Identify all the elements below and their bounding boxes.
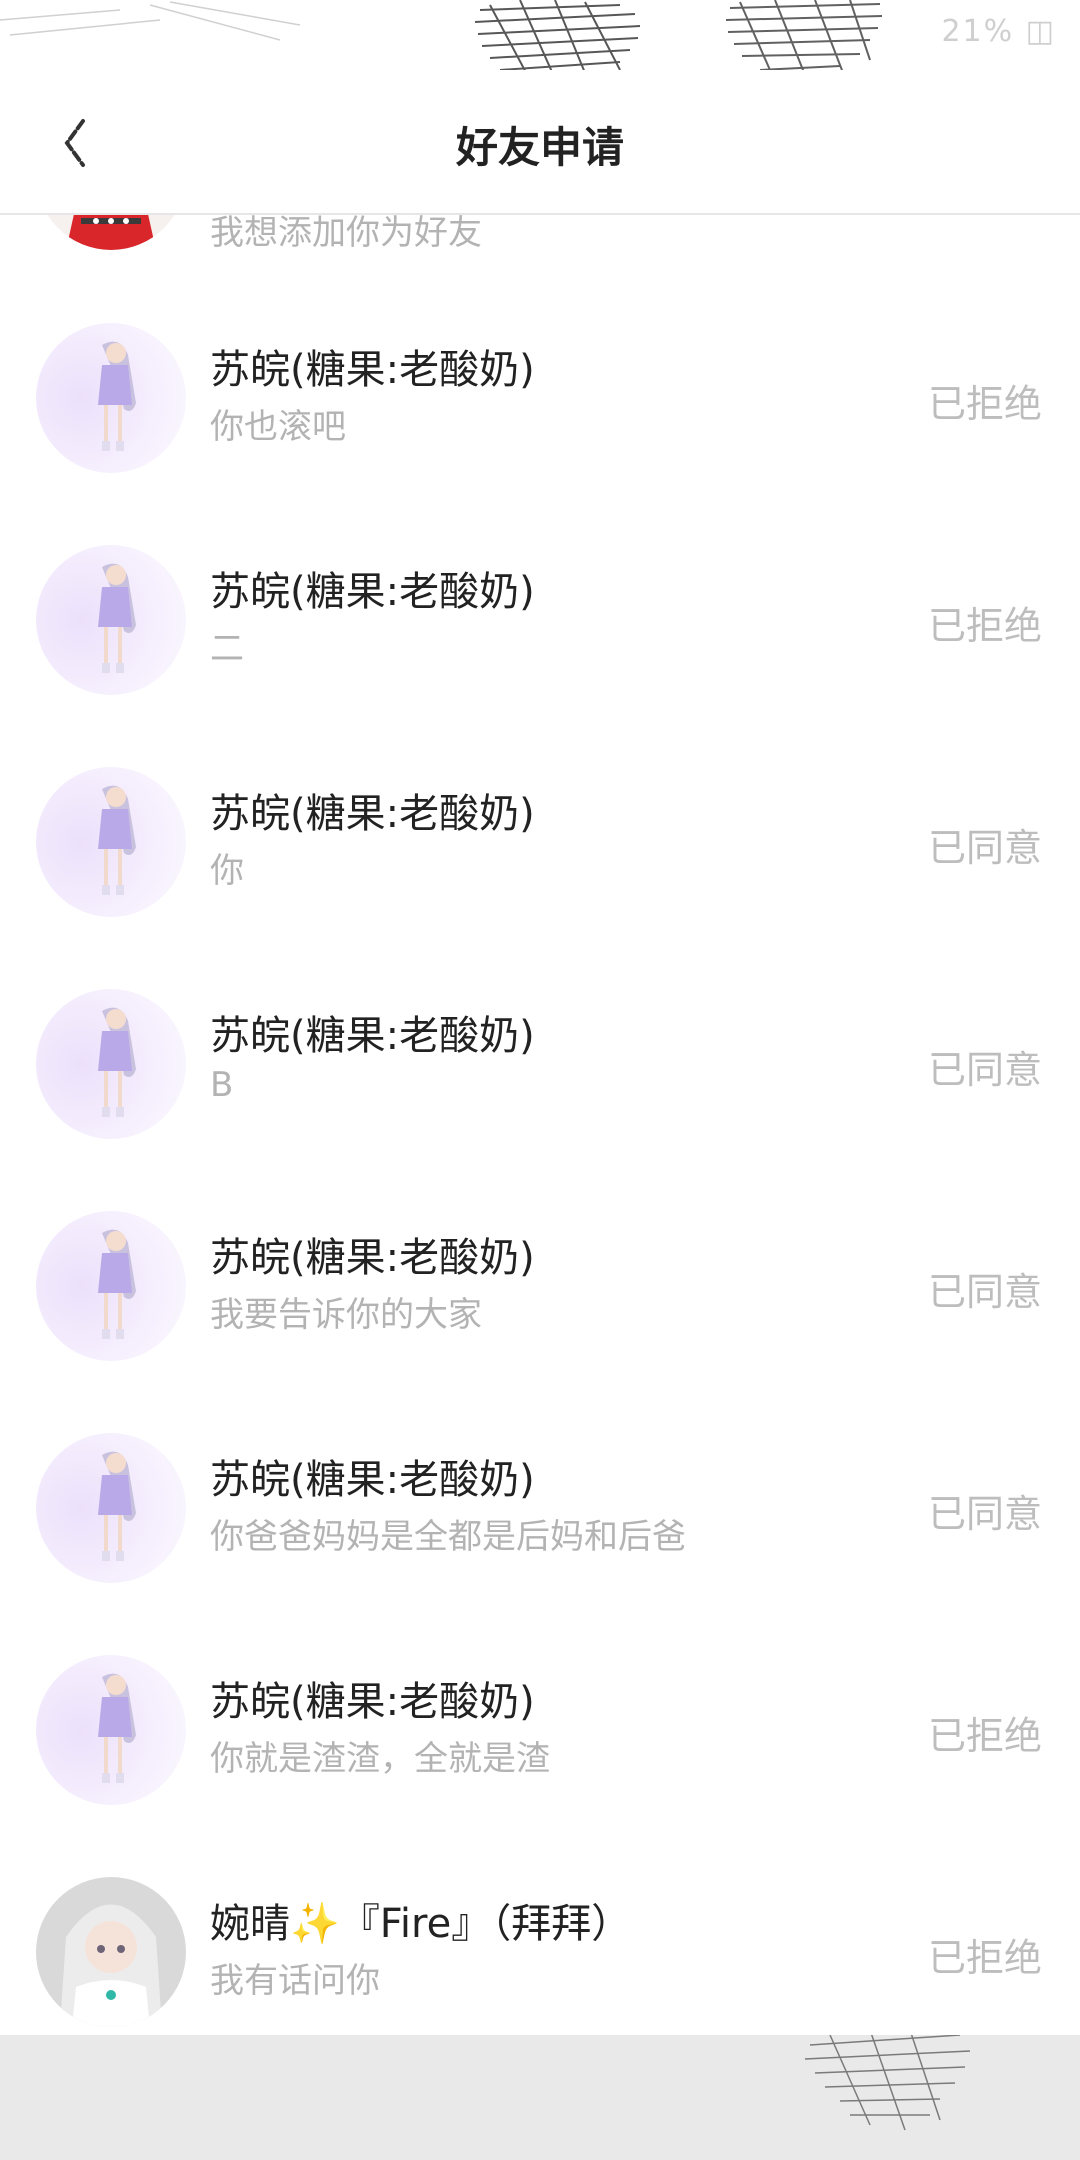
status-bar: 21% ◫ xyxy=(0,0,1080,70)
requester-name: 苏皖(糖果:老酸奶) xyxy=(210,1457,535,1503)
name-prefix: 婉晴 xyxy=(210,1901,290,1947)
request-status: 已拒绝 xyxy=(927,382,1042,426)
scribble-decoration xyxy=(474,0,641,70)
request-message: B xyxy=(210,1065,234,1105)
avatar xyxy=(36,1433,186,1583)
request-row[interactable]: 苏皖(糖果:老酸奶) B 已同意 xyxy=(0,953,1080,1175)
request-row[interactable]: 苏皖(糖果:老酸奶) 你爸爸妈妈是全都是后妈和后爸 已同意 xyxy=(0,1397,1080,1619)
avatar xyxy=(36,215,186,250)
bottom-bar xyxy=(0,2035,1080,2160)
scribble-decoration xyxy=(0,1,300,41)
status-indicators: 21% ◫ xyxy=(941,14,1056,49)
request-status: 已同意 xyxy=(927,1048,1042,1092)
request-message: 你也滚吧 xyxy=(210,407,346,447)
requester-name: 苏皖(糖果:老酸奶) xyxy=(210,791,535,837)
page-title: 好友申请 xyxy=(455,123,624,172)
nav-header: 好友申请 xyxy=(0,70,1080,215)
scribble-decoration xyxy=(725,0,883,70)
avatar xyxy=(36,767,186,917)
avatar xyxy=(36,545,186,695)
request-message: 你爸爸妈妈是全都是后妈和后爸 xyxy=(210,1517,686,1557)
request-row[interactable]: 苏皖(糖果:老酸奶) 你也滚吧 已拒绝 xyxy=(0,287,1080,509)
request-message: 你 xyxy=(210,851,244,891)
avatar xyxy=(36,989,186,1139)
name-suffix: 『Fire』（拜拜） xyxy=(339,1901,632,1947)
requester-name: 婉晴✨『Fire』（拜拜） xyxy=(210,1891,631,1949)
request-status: 已同意 xyxy=(927,1492,1042,1536)
requester-name: 苏皖(糖果:老酸奶) xyxy=(210,1235,535,1281)
request-status: 已同意 xyxy=(927,826,1042,870)
request-row[interactable]: 苏皖(糖果:老酸奶) 你就是渣渣，全就是渣 已拒绝 xyxy=(0,1619,1080,1841)
request-row[interactable]: 苏皖(糖果:老酸奶) 二 已拒绝 xyxy=(0,509,1080,731)
request-status: 已拒绝 xyxy=(927,1714,1042,1758)
request-message: 你就是渣渣，全就是渣 xyxy=(210,1739,550,1779)
requester-name: 苏皖(糖果:老酸奶) xyxy=(210,347,535,393)
requester-name: 苏皖(糖果:老酸奶) xyxy=(210,1013,535,1059)
request-message: 二 xyxy=(210,629,244,669)
request-status: 已同意 xyxy=(927,1270,1042,1314)
avatar xyxy=(36,323,186,473)
request-row[interactable]: 苏皖(糖果:老酸奶) 你 已同意 xyxy=(0,731,1080,953)
request-status: 已拒绝 xyxy=(927,604,1042,648)
scribble-decoration xyxy=(804,2035,971,2131)
friend-request-list: 我想添加你为好友 苏皖(糖果:老酸奶) 你也滚吧 已拒绝 苏皖(糖果:老酸奶) … xyxy=(0,215,1080,2035)
request-row-partial[interactable]: 我想添加你为好友 xyxy=(0,215,1080,287)
requester-name: 苏皖(糖果:老酸奶) xyxy=(210,1679,535,1725)
request-message: 我想添加你为好友 xyxy=(210,215,482,253)
avatar xyxy=(36,1877,186,2027)
request-message: 我有话问你 xyxy=(210,1961,380,2001)
request-row[interactable]: 苏皖(糖果:老酸奶) 我要告诉你的大家 已同意 xyxy=(0,1175,1080,1397)
requester-name: 苏皖(糖果:老酸奶) xyxy=(210,569,535,615)
avatar xyxy=(36,1211,186,1361)
request-status: 已拒绝 xyxy=(927,1936,1042,1980)
request-row[interactable]: 婉晴✨『Fire』（拜拜） 我有话问你 已拒绝 xyxy=(0,1841,1080,2035)
sparkle-icon: ✨ xyxy=(290,1901,340,1947)
avatar xyxy=(36,1655,186,1805)
request-message: 我要告诉你的大家 xyxy=(210,1295,482,1335)
